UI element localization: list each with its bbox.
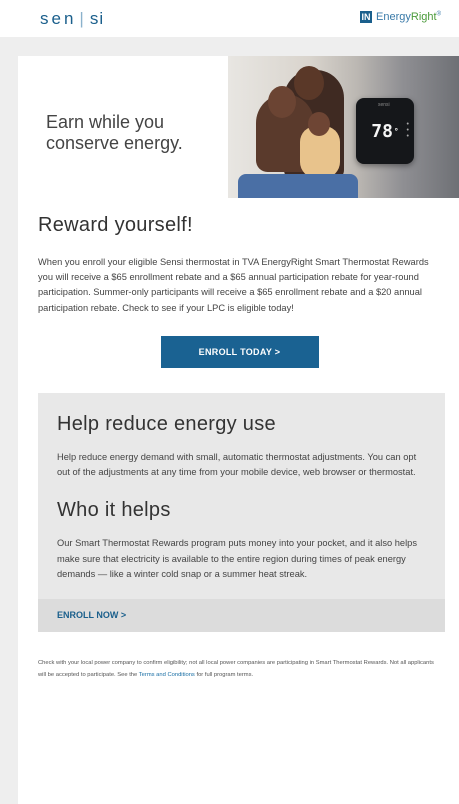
thermostat-temperature: 78 <box>371 120 393 142</box>
energyright-word-b: Right <box>410 11 437 23</box>
photo-child-face <box>308 112 330 136</box>
help-title: Help reduce energy use <box>57 412 276 435</box>
hero-headline: Earn while you conserve energy. <box>46 112 183 154</box>
tva-mark-icon: IN <box>360 11 373 23</box>
registered-mark: ® <box>436 11 441 18</box>
who-title: Who it helps <box>57 499 171 521</box>
sensi-logo-part2: si <box>89 9 105 28</box>
logo-divider: | <box>79 9 87 28</box>
thermostat-brand-mark: sensi <box>378 102 390 108</box>
thermostat-degree: ° <box>393 126 399 136</box>
energyright-word-a: Energy <box>376 11 411 23</box>
hero-banner: Earn while you conserve energy. sensi 78… <box>18 56 459 198</box>
hero-headline-line1: Earn while you <box>46 112 165 132</box>
email-header: sen | si IN EnergyRight® <box>0 0 459 37</box>
hero-headline-line2: conserve energy. <box>46 133 183 153</box>
photo-father-face <box>294 66 324 100</box>
energyright-wordmark: EnergyRight® <box>376 11 441 23</box>
info-panel: Help reduce energy use Help reduce energ… <box>38 392 445 632</box>
reward-body: When you enroll your eligible Sensi ther… <box>38 257 429 313</box>
reward-title: Reward yourself! <box>38 214 193 236</box>
enroll-button-wrap: ENROLL TODAY > <box>38 335 441 368</box>
email-card: Earn while you conserve energy. sensi 78… <box>18 56 459 804</box>
energyright-logo[interactable]: IN EnergyRight® <box>360 11 441 23</box>
enroll-now-link[interactable]: ENROLL NOW > <box>38 598 445 632</box>
enroll-today-button[interactable]: ENROLL TODAY > <box>160 335 319 368</box>
sensi-logo[interactable]: sen | si <box>40 9 104 29</box>
who-body: Our Smart Thermostat Rewards program put… <box>57 538 417 580</box>
thermostat-buttons-icon: • • • <box>406 121 409 140</box>
thermostat-display: 78 ° <box>366 112 404 150</box>
reward-section: Reward yourself! When you enroll your el… <box>18 198 459 368</box>
disclaimer-text-end: for full program terms. <box>194 672 254 679</box>
photo-sofa <box>238 174 358 198</box>
family-thermostat-photo: sensi 78 ° • • • <box>228 56 459 198</box>
thermostat-device: sensi 78 ° • • • <box>356 98 414 164</box>
disclaimer: Check with your local power company to c… <box>38 657 441 682</box>
terms-link[interactable]: Terms and Conditions <box>139 672 195 678</box>
help-body: Help reduce energy demand with small, au… <box>57 451 417 478</box>
sensi-logo-part1: sen <box>40 9 77 28</box>
info-panel-content: Help reduce energy use Help reduce energ… <box>38 393 445 599</box>
photo-mother-face <box>268 86 296 118</box>
